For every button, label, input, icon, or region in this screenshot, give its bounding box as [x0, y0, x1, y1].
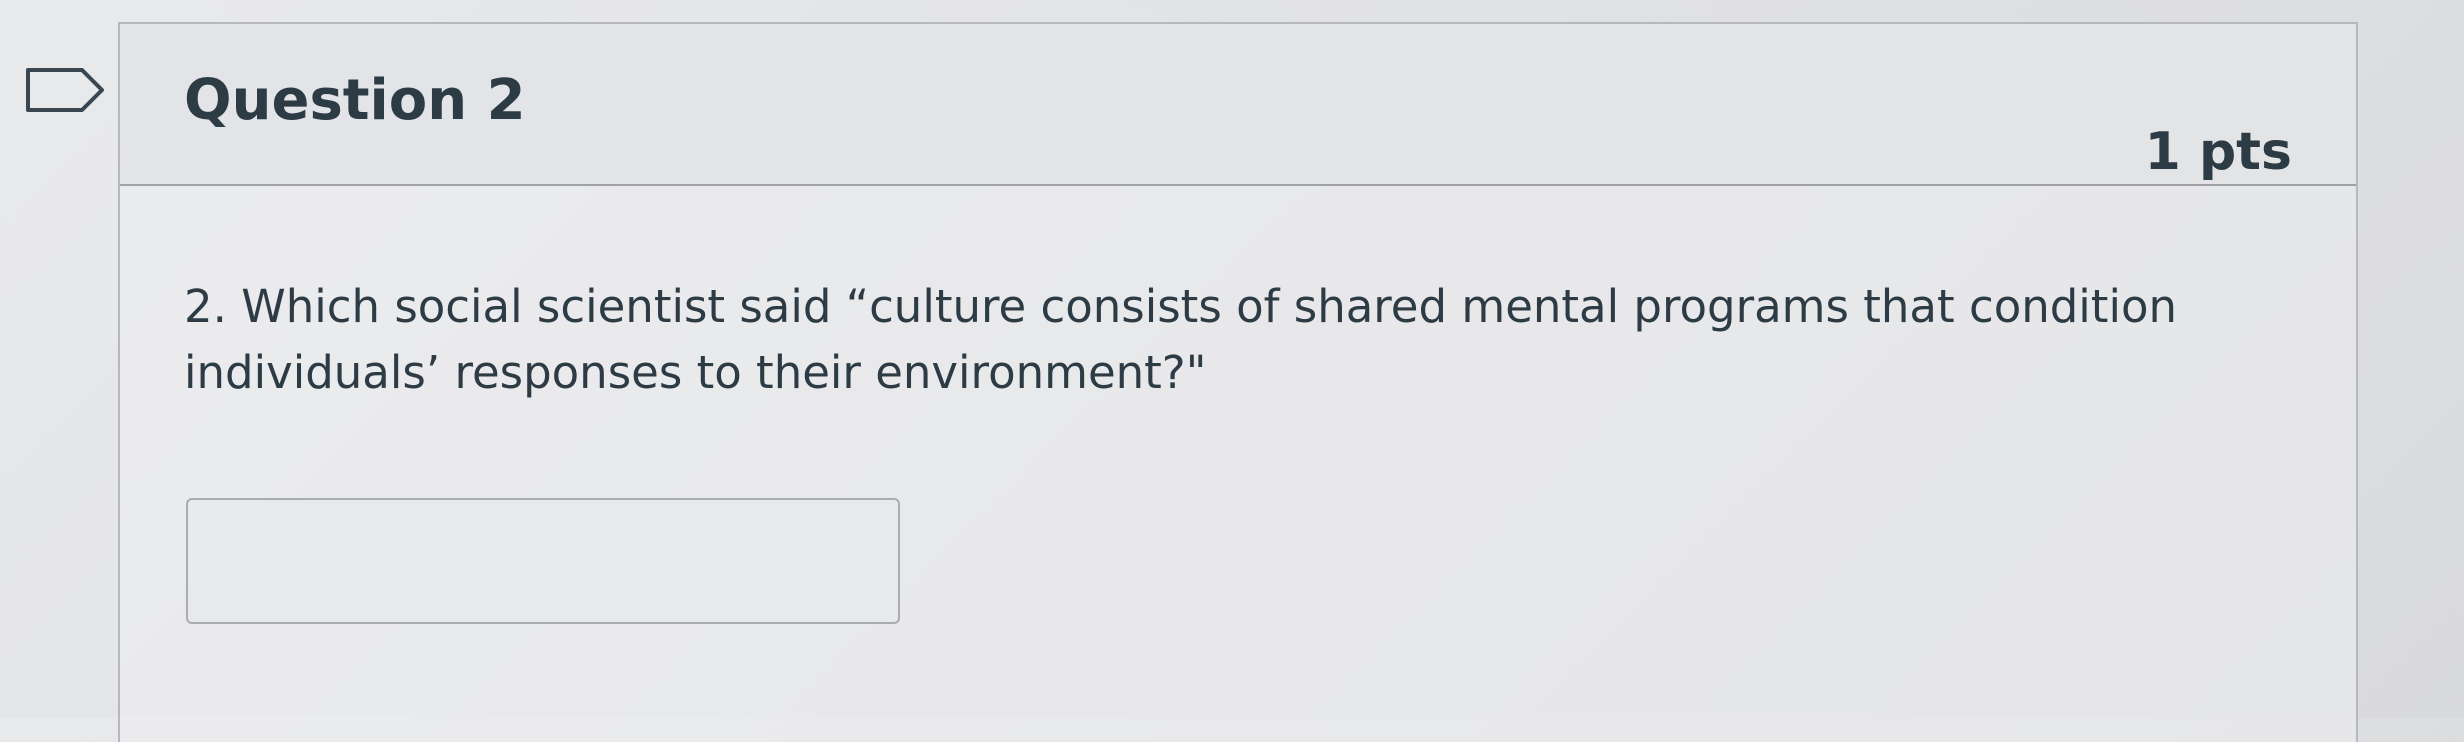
- question-text: 2. Which social scientist said “culture …: [184, 280, 2178, 399]
- flag-question-icon[interactable]: [24, 66, 108, 114]
- question-points: 1 pts: [2144, 122, 2292, 182]
- question-header: Question 2 1 pts: [120, 24, 2356, 186]
- answer-input[interactable]: [186, 498, 900, 624]
- question-card: Question 2 1 pts 2. Which social scienti…: [118, 22, 2358, 742]
- question-title: Question 2: [184, 68, 526, 133]
